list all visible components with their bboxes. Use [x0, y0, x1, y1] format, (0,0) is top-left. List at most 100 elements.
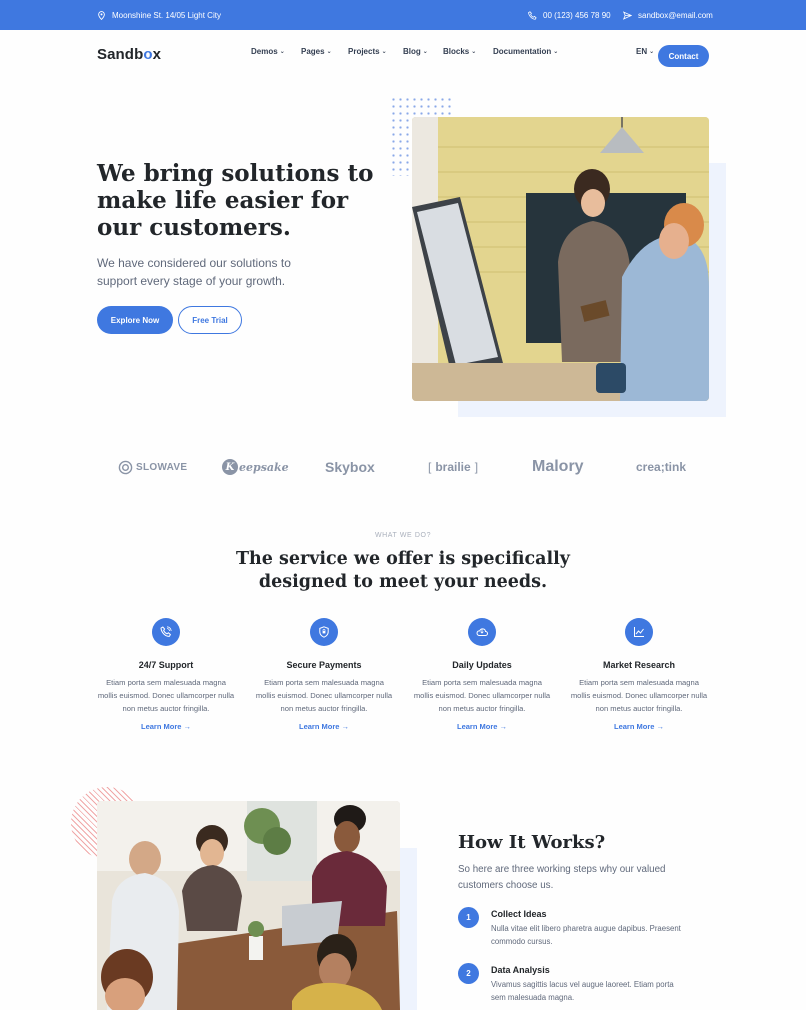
nav-item-blocks[interactable]: Blocks ⌄: [443, 47, 476, 56]
nav-label: Blocks: [443, 47, 470, 56]
nav-label: Pages: [301, 47, 325, 56]
learn-more-link[interactable]: Learn More →: [614, 722, 664, 731]
team-image-shadow: [400, 848, 417, 1010]
link-label: Learn More: [298, 722, 340, 731]
how-it-works-subtitle: So here are three working steps why our …: [458, 864, 666, 891]
nav-item-blog[interactable]: Blog ⌄: [403, 47, 428, 56]
feature-icon-circle: [152, 618, 180, 646]
client-logo-malory: Malory: [532, 457, 584, 477]
client-name: eepsake: [239, 460, 289, 474]
hero-title: We bring solutions to make life easier f…: [97, 160, 374, 241]
hero-subtitle: We have considered our solutions to supp…: [97, 256, 291, 288]
nav-label: Projects: [348, 47, 380, 56]
feature-market-research: Market Research Etiam porta sem malesuad…: [569, 618, 709, 734]
link-label: Learn More: [456, 722, 498, 731]
chevron-down-icon: ⌄: [553, 49, 559, 55]
feature-icon-circle: [625, 618, 653, 646]
step-number: 2: [458, 963, 479, 984]
chevron-down-icon: ⌄: [326, 49, 332, 55]
feature-text: Etiam porta sem malesuada magna mollis e…: [413, 678, 551, 713]
explore-now-button[interactable]: Explore Now: [97, 306, 173, 334]
client-logo-brailie: [ brailie ]: [428, 457, 478, 477]
client-name: crea;tink: [636, 460, 687, 474]
client-name: SLOWAVE: [136, 461, 188, 473]
logo[interactable]: Sandbox: [97, 46, 161, 63]
feature-daily-updates: Daily Updates Etiam porta sem malesuada …: [412, 618, 552, 734]
nav-label: Demos: [251, 47, 278, 56]
nav-item-demos[interactable]: Demos ⌄: [251, 47, 285, 56]
phone-icon: [160, 626, 172, 637]
arrow-right-icon: →: [656, 722, 665, 731]
keepsake-k-icon: K: [222, 459, 238, 475]
address-item: Moonshine St. 14/05 Light City: [97, 0, 221, 30]
feature-title: Daily Updates: [452, 660, 512, 670]
slowave-icon: [118, 460, 133, 474]
phone-icon: [528, 10, 537, 20]
feature-icon-circle: [468, 618, 496, 646]
team-photo: [97, 801, 400, 1010]
feature-title: Market Research: [602, 660, 676, 670]
learn-more-link[interactable]: Learn More →: [141, 722, 191, 731]
location-pin-icon: [98, 10, 105, 20]
step-text: Vivamus sagittis lacus vel augue laoreet…: [491, 980, 674, 1002]
client-logo-slowave: SLOWAVE: [118, 457, 187, 477]
email-text[interactable]: sandbox@email.com: [638, 11, 713, 20]
chevron-down-icon: ⌄: [471, 49, 477, 55]
free-trial-button[interactable]: Free Trial: [178, 306, 242, 334]
services-eyebrow: WHAT WE DO?: [374, 532, 432, 539]
nav-item-pages[interactable]: Pages ⌄: [301, 47, 332, 56]
client-logo-keepsake: K eepsake: [222, 457, 289, 477]
chevron-down-icon: ⌄: [381, 49, 387, 55]
link-label: Learn More: [140, 722, 182, 731]
nav-label: Documentation: [493, 47, 552, 56]
arrow-right-icon: →: [183, 722, 192, 731]
language-selector[interactable]: EN ⌄: [636, 47, 654, 56]
team-meeting-illustration: [97, 801, 400, 1010]
arrow-right-icon: →: [341, 722, 350, 731]
chevron-down-icon: ⌄: [422, 49, 428, 55]
logo-text-o: o: [143, 46, 153, 63]
nav-label: Blog: [403, 47, 421, 56]
send-icon: [623, 10, 632, 20]
client-logo-skybox: Skybox: [325, 457, 375, 477]
address-text: Moonshine St. 14/05 Light City: [112, 10, 221, 20]
contact-button[interactable]: Contact: [658, 45, 709, 67]
hero-photo: [412, 117, 709, 401]
feature-icon-circle: [310, 618, 338, 646]
learn-more-link[interactable]: Learn More →: [299, 722, 349, 731]
logo-text-end: x: [152, 46, 162, 63]
client-logo-creatink: crea;tink: [636, 457, 686, 477]
step-title: Data Analysis: [491, 965, 550, 975]
bracket-left-icon: [: [428, 460, 432, 474]
feature-text: Etiam porta sem malesuada magna mollis e…: [255, 678, 393, 713]
arrow-right-icon: →: [499, 722, 508, 731]
phone-text[interactable]: 00 (123) 456 78 90: [543, 11, 611, 20]
feature-secure-payments: Secure Payments Etiam porta sem malesuad…: [254, 618, 394, 734]
step-number: 1: [458, 907, 479, 928]
top-bar: Moonshine St. 14/05 Light City 00 (123) …: [0, 0, 806, 30]
email-item[interactable]: sandbox@email.com: [623, 0, 713, 30]
feature-text: Etiam porta sem malesuada magna mollis e…: [570, 678, 708, 713]
bracket-right-icon: ]: [474, 460, 479, 474]
nav-item-projects[interactable]: Projects ⌄: [348, 47, 387, 56]
logo-text-start: Sandb: [97, 46, 144, 63]
analytics-icon: [634, 627, 644, 637]
office-meeting-illustration: [412, 117, 709, 401]
step-title: Collect Ideas: [491, 909, 547, 919]
client-name: Skybox: [325, 459, 375, 475]
client-name: Malory: [532, 458, 584, 475]
cloud-icon: [476, 628, 488, 636]
services-title: The service we offer is specifically des…: [236, 549, 570, 592]
chevron-down-icon: ⌄: [279, 49, 285, 55]
how-it-works-title: How It Works?: [458, 832, 606, 853]
link-label: Learn More: [613, 722, 655, 731]
learn-more-link[interactable]: Learn More →: [457, 722, 507, 731]
feature-title: 24/7 Support: [138, 660, 194, 670]
feature-247-support: 24/7 Support Etiam porta sem malesuada m…: [96, 618, 236, 734]
language-label: EN: [636, 47, 648, 56]
phone-item[interactable]: 00 (123) 456 78 90: [528, 0, 611, 30]
chevron-down-icon: ⌄: [649, 49, 655, 55]
nav-item-documentation[interactable]: Documentation ⌄: [493, 47, 558, 56]
feature-title: Secure Payments: [286, 660, 362, 670]
step-text: Nulla vitae elit libero pharetra augue d…: [491, 924, 681, 946]
